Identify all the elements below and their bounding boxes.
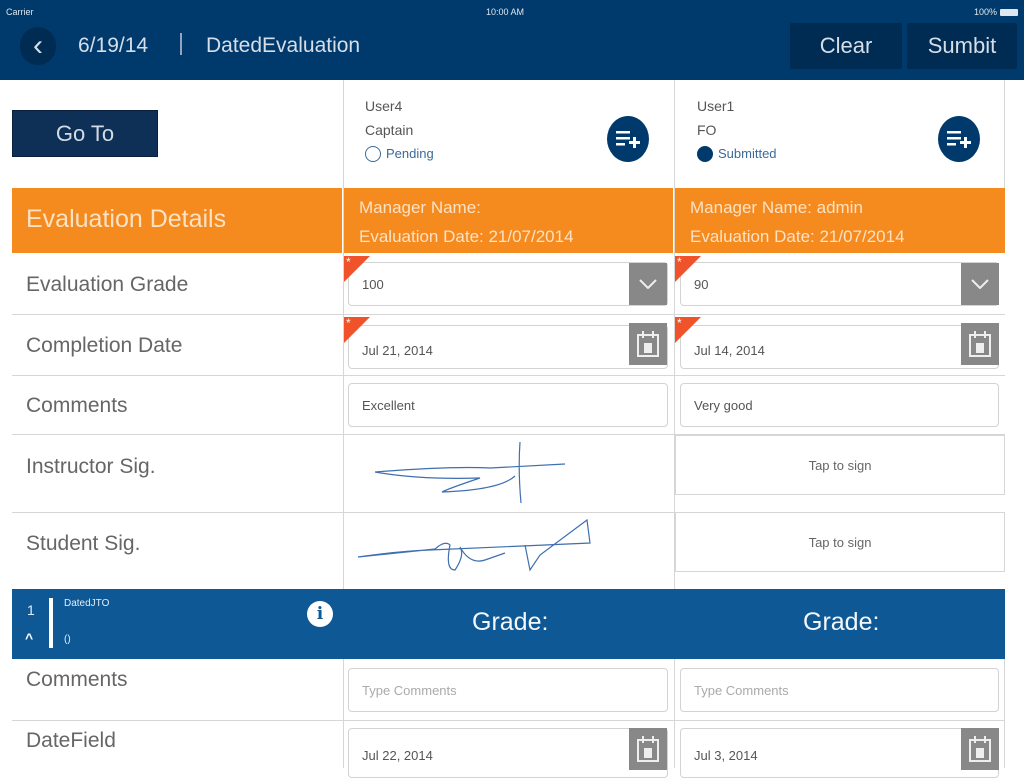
date-value: Jul 14, 2014 bbox=[694, 342, 765, 358]
row-label-completion-date: Completion Date bbox=[26, 334, 183, 357]
grade-label: Grade: bbox=[472, 608, 549, 636]
calendar-button[interactable] bbox=[629, 323, 667, 365]
navigation-bar: ‹ 6/19/14 DatedEvaluation Clear Sumbit bbox=[0, 20, 1024, 80]
calendar-icon bbox=[637, 331, 659, 357]
row-label-evaluation-grade: Evaluation Grade bbox=[26, 273, 189, 296]
user-role: Captain bbox=[365, 122, 414, 138]
chevron-down-icon bbox=[639, 279, 657, 289]
row-divider bbox=[12, 314, 1005, 315]
submitted-dot-icon bbox=[697, 146, 713, 162]
calendar-button[interactable] bbox=[961, 323, 999, 365]
row-divider bbox=[12, 512, 674, 513]
status-label: Pending bbox=[386, 146, 434, 161]
section-title: Evaluation Details bbox=[26, 205, 227, 233]
list-add-icon bbox=[947, 131, 971, 148]
list-add-icon bbox=[616, 131, 640, 148]
clock: 10:00 AM bbox=[486, 7, 525, 17]
comments-placeholder: Type Comments bbox=[362, 682, 457, 698]
manager-name: Manager Name: admin bbox=[690, 198, 863, 217]
grade-select[interactable]: 90 bbox=[680, 262, 999, 306]
user-header: User1 FO Submitted bbox=[697, 94, 777, 166]
info-icon[interactable]: i bbox=[307, 601, 333, 627]
subsection-comments-input[interactable]: Type Comments bbox=[348, 668, 668, 712]
manager-name: Manager Name: bbox=[359, 198, 481, 217]
required-marker: * bbox=[675, 316, 701, 343]
clear-button[interactable]: Clear bbox=[790, 23, 902, 69]
required-marker: * bbox=[675, 255, 701, 282]
row-divider bbox=[12, 720, 1005, 721]
subsection-sub: () bbox=[64, 634, 71, 645]
grade-select[interactable]: 100 bbox=[348, 262, 668, 306]
subsection-name: DatedJTO bbox=[64, 598, 110, 609]
pending-circle-icon bbox=[365, 146, 381, 162]
column-divider bbox=[674, 659, 675, 768]
status-label: Submitted bbox=[718, 146, 777, 161]
datefield-input[interactable]: Jul 3, 2014 bbox=[680, 728, 999, 778]
comments-value: Excellent bbox=[362, 397, 415, 413]
required-marker: * bbox=[344, 316, 370, 343]
nav-date: 6/19/14 bbox=[78, 34, 149, 57]
tap-to-sign-student[interactable]: Tap to sign bbox=[675, 512, 1005, 572]
user-name: User1 bbox=[697, 98, 735, 114]
user-header: User4 Captain Pending bbox=[365, 94, 434, 166]
column-divider bbox=[1004, 659, 1005, 768]
manager-info: Manager Name: Evaluation Date: 21/07/2014 bbox=[359, 193, 574, 251]
row-label-datefield: DateField bbox=[26, 729, 116, 752]
status-indicator: Submitted bbox=[697, 142, 777, 166]
tap-to-sign-instructor[interactable]: Tap to sign bbox=[675, 435, 1005, 495]
subsection-number: 1 bbox=[27, 602, 35, 618]
battery-indicator: 100% bbox=[974, 7, 1018, 17]
grade-dropdown-button[interactable] bbox=[961, 263, 999, 305]
collapse-caret-icon[interactable]: ^ bbox=[25, 630, 33, 646]
user-role: FO bbox=[697, 122, 717, 138]
instructor-signature[interactable] bbox=[350, 440, 650, 510]
battery-icon bbox=[1000, 8, 1018, 16]
nav-divider bbox=[180, 33, 182, 55]
evaluation-date: Evaluation Date: 21/07/2014 bbox=[359, 227, 574, 246]
add-note-button[interactable] bbox=[938, 116, 980, 162]
user-name: User4 bbox=[365, 98, 403, 114]
chevron-left-icon: ‹ bbox=[33, 29, 43, 62]
required-marker: * bbox=[344, 255, 370, 282]
page-title: DatedEvaluation bbox=[206, 34, 361, 57]
calendar-button[interactable] bbox=[629, 728, 667, 770]
date-value: Jul 22, 2014 bbox=[362, 747, 433, 763]
date-value: Jul 3, 2014 bbox=[694, 747, 758, 763]
grade-label: Grade: bbox=[803, 608, 880, 636]
goto-button[interactable]: Go To bbox=[12, 110, 158, 157]
comments-input[interactable]: Very good bbox=[680, 383, 999, 427]
calendar-icon bbox=[969, 331, 991, 357]
subsection-divider bbox=[49, 598, 53, 648]
evaluation-date: Evaluation Date: 21/07/2014 bbox=[690, 227, 905, 246]
chevron-down-icon bbox=[971, 279, 989, 289]
back-button[interactable]: ‹ bbox=[20, 27, 56, 65]
completion-date-field[interactable]: Jul 21, 2014 bbox=[348, 325, 668, 369]
column-divider bbox=[1004, 80, 1005, 188]
calendar-icon bbox=[969, 736, 991, 762]
student-signature[interactable] bbox=[350, 515, 650, 585]
row-label-comments: Comments bbox=[26, 394, 128, 417]
completion-date-field[interactable]: Jul 14, 2014 bbox=[680, 325, 999, 369]
submit-button[interactable]: Sumbit bbox=[907, 23, 1017, 69]
carrier-label: Carrier bbox=[6, 7, 34, 17]
battery-percent: 100% bbox=[973, 7, 997, 17]
comments-input[interactable]: Excellent bbox=[348, 383, 668, 427]
add-note-button[interactable] bbox=[607, 116, 649, 162]
row-label-instructor-sig: Instructor Sig. bbox=[26, 455, 156, 478]
manager-info: Manager Name: admin Evaluation Date: 21/0… bbox=[690, 193, 905, 251]
comments-value: Very good bbox=[694, 397, 753, 413]
calendar-button[interactable] bbox=[961, 728, 999, 770]
row-label-comments: Comments bbox=[26, 668, 128, 691]
datefield-input[interactable]: Jul 22, 2014 bbox=[348, 728, 668, 778]
row-label-student-sig: Student Sig. bbox=[26, 532, 141, 555]
subsection-comments-input[interactable]: Type Comments bbox=[680, 668, 999, 712]
date-value: Jul 21, 2014 bbox=[362, 342, 433, 358]
grade-dropdown-button[interactable] bbox=[629, 263, 667, 305]
comments-placeholder: Type Comments bbox=[694, 682, 789, 698]
row-divider bbox=[12, 375, 1005, 376]
calendar-icon bbox=[637, 736, 659, 762]
column-divider bbox=[343, 659, 344, 768]
status-indicator: Pending bbox=[365, 142, 434, 166]
